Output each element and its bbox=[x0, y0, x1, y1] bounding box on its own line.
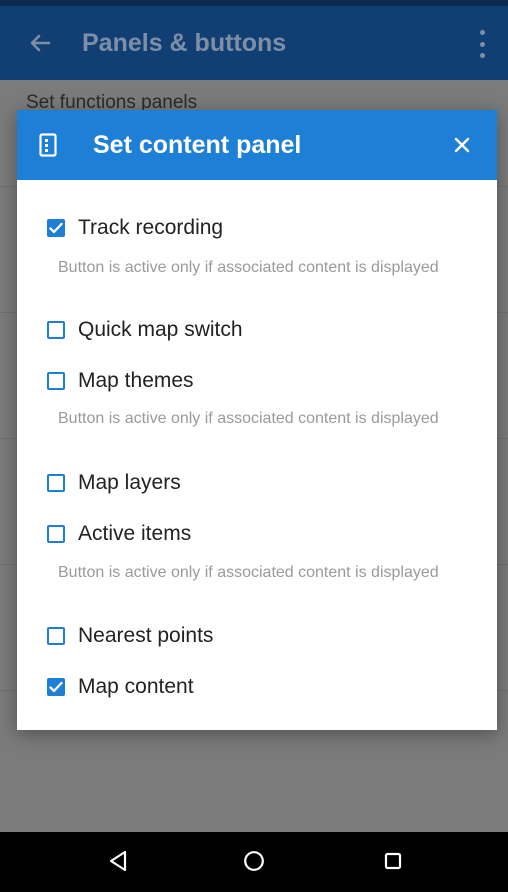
checkbox-unchecked[interactable] bbox=[47, 525, 65, 543]
option-active-items[interactable]: Active items bbox=[47, 522, 191, 546]
option-label: Quick map switch bbox=[78, 318, 243, 341]
app-bar-title: Panels & buttons bbox=[82, 28, 287, 57]
screen: Panels & buttons Set functions panels Se… bbox=[0, 0, 508, 892]
checkbox-checked[interactable] bbox=[47, 219, 65, 237]
option-label: Active items bbox=[78, 522, 192, 545]
nav-home-circle-icon[interactable] bbox=[238, 845, 270, 877]
option-label: Map content bbox=[78, 675, 194, 698]
option-map-themes[interactable]: Map themes bbox=[47, 369, 194, 393]
app-bar: Panels & buttons bbox=[0, 6, 508, 80]
option-nearest-points[interactable]: Nearest points bbox=[47, 624, 213, 648]
checkbox-checked[interactable] bbox=[47, 678, 65, 696]
option-note: Button is active only if associated cont… bbox=[58, 410, 439, 427]
option-track-recording[interactable]: Track recording bbox=[47, 216, 223, 240]
option-note: Button is active only if associated cont… bbox=[58, 259, 439, 276]
close-icon[interactable] bbox=[449, 132, 475, 158]
checkbox-unchecked[interactable] bbox=[47, 372, 65, 390]
option-label: Map layers bbox=[78, 471, 181, 494]
arrow-left-icon[interactable] bbox=[28, 31, 52, 55]
panel-icon bbox=[39, 133, 57, 157]
dialog-title: Set content panel bbox=[93, 130, 302, 159]
option-quick-map-switch[interactable]: Quick map switch bbox=[47, 318, 243, 342]
option-note: Button is active only if associated cont… bbox=[58, 564, 439, 581]
content-panel-dialog: Set content panel Track recording Button… bbox=[17, 110, 497, 730]
dialog-header: Set content panel bbox=[17, 110, 497, 180]
nav-recents-square-icon[interactable] bbox=[377, 845, 409, 877]
option-label: Track recording bbox=[78, 216, 224, 239]
option-label: Nearest points bbox=[78, 624, 214, 647]
checkbox-unchecked[interactable] bbox=[47, 321, 65, 339]
checkbox-unchecked[interactable] bbox=[47, 627, 65, 645]
option-label: Map themes bbox=[78, 369, 194, 392]
option-map-content[interactable]: Map content bbox=[47, 675, 194, 699]
nav-back-triangle-icon[interactable] bbox=[102, 845, 134, 877]
option-map-layers[interactable]: Map layers bbox=[47, 471, 181, 495]
more-vertical-icon[interactable] bbox=[478, 30, 486, 58]
checkbox-unchecked[interactable] bbox=[47, 474, 65, 492]
